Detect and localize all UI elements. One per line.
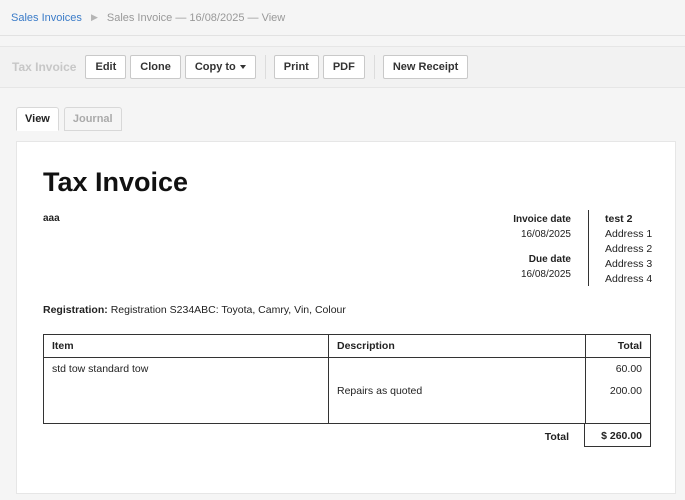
line-item [43,379,329,424]
registration: Registration: Registration S234ABC: Toyo… [43,304,346,316]
toolbar-divider [373,55,375,79]
breadcrumb-current: Sales Invoice — 16/08/2025 — View [106,11,286,24]
address-line: Address 3 [605,258,653,270]
print-button[interactable]: Print [273,55,319,79]
caret-down-icon [239,65,246,69]
line-description: Repairs as quoted [328,379,586,424]
new-receipt-button[interactable]: New Receipt [382,55,469,79]
toolbar-divider [264,55,266,79]
table-row: Repairs as quoted 200.00 [43,379,651,424]
address-name: test 2 [605,213,633,225]
total-label: Total [544,431,569,443]
clone-button[interactable]: Clone [130,55,181,79]
table-row: std tow standard tow 60.00 [43,357,651,380]
address-divider [588,210,589,286]
toolbar: Tax Invoice Edit Clone Copy to Print PDF… [0,46,685,88]
tab-view[interactable]: View [16,107,59,131]
registration-label: Registration: [43,304,108,316]
registration-value: Registration S234ABC: Toyota, Camry, Vin… [110,304,346,316]
column-header-description: Description [328,334,586,358]
due-date-value: 16/08/2025 [520,269,571,280]
address-line: Address 4 [605,273,653,285]
chevron-right-icon: ▶ [90,12,98,22]
tab-journal[interactable]: Journal [63,107,122,131]
line-description [328,357,586,380]
breadcrumb: Sales Invoices ▶ Sales Invoice — 16/08/2… [0,0,685,36]
invoice-title: Tax Invoice [43,167,189,197]
invoice-meta: Invoice date 16/08/2025 Due date 16/08/2… [513,212,571,292]
invoice-document: Tax Invoice aaa Invoice date 16/08/2025 … [16,141,676,494]
due-date-label: Due date [528,254,571,265]
billing-address: test 2 Address 1 Address 2 Address 3 Add… [605,212,652,287]
line-items-table: Item Description Total std tow standard … [43,334,651,424]
table-header-row: Item Description Total [43,334,651,358]
address-line: Address 2 [605,243,653,255]
invoice-date-value: 16/08/2025 [520,229,571,240]
copy-to-label: Copy to [194,61,236,73]
pdf-button[interactable]: PDF [322,55,365,79]
customer-name: aaa [43,213,60,224]
address-line: Address 1 [605,228,653,240]
line-total: 200.00 [585,379,651,424]
column-header-item: Item [43,334,329,358]
edit-button[interactable]: Edit [85,55,127,79]
toolbar-title: Tax Invoice [12,60,77,74]
copy-to-button[interactable]: Copy to [184,55,256,79]
column-header-total: Total [585,334,651,358]
view-tabs: View Journal [16,107,127,131]
invoice-date-label: Invoice date [513,214,571,225]
line-total: 60.00 [585,357,651,380]
total-value: $ 260.00 [584,424,651,447]
breadcrumb-link-sales-invoices[interactable]: Sales Invoices [11,12,82,24]
line-item: std tow standard tow [43,357,329,380]
